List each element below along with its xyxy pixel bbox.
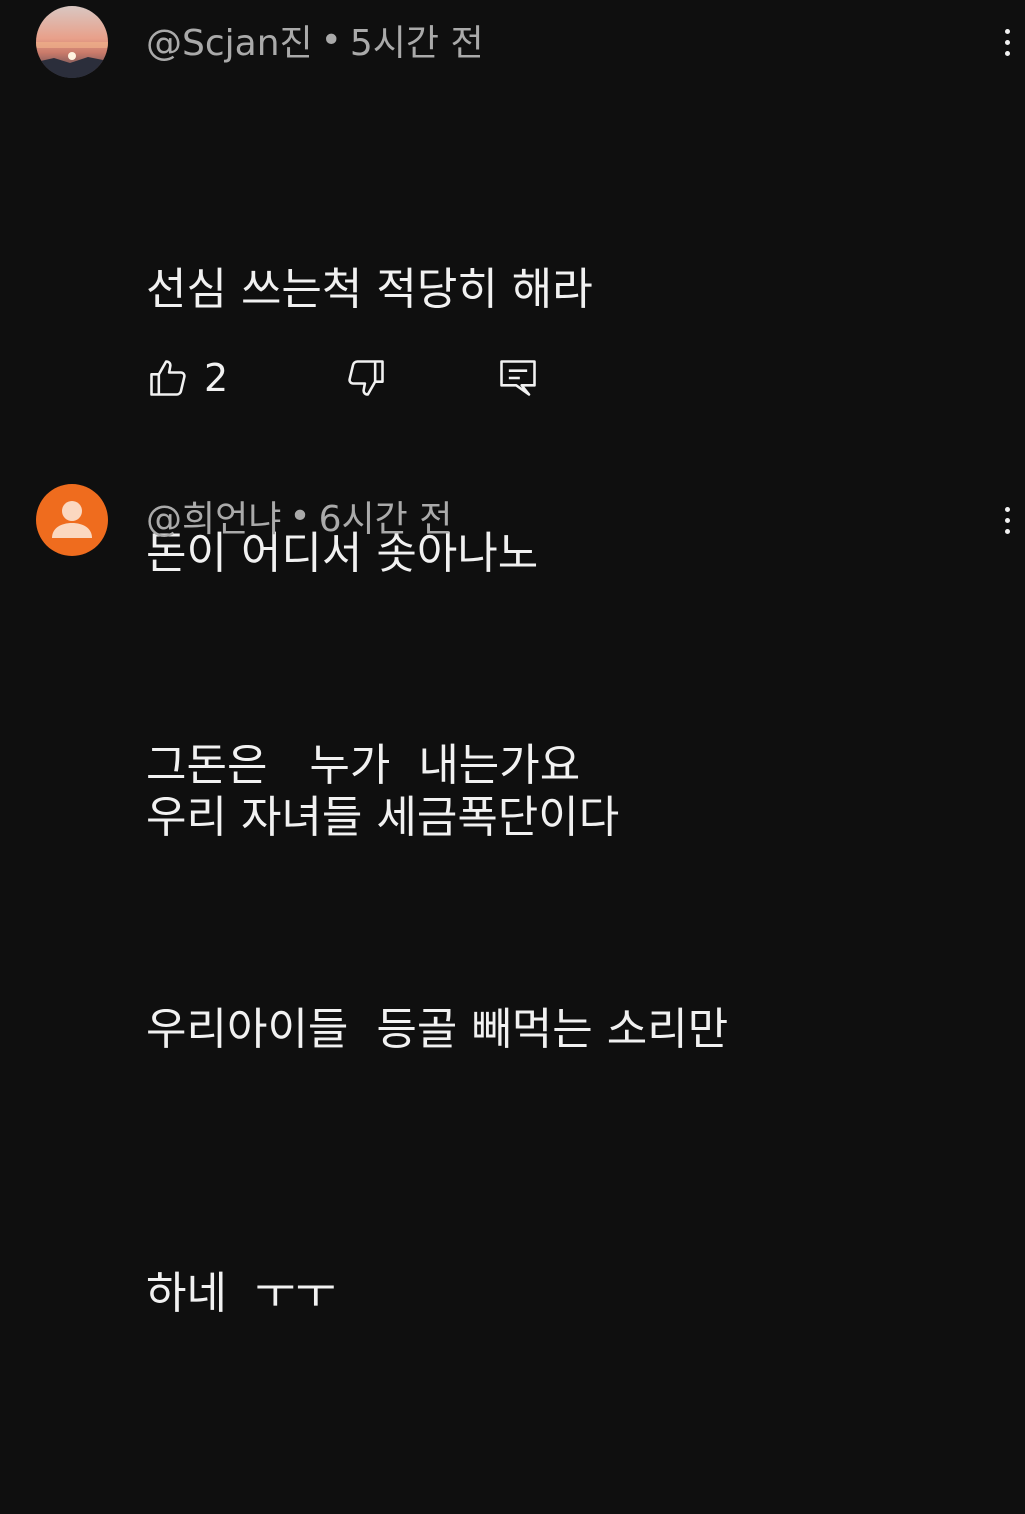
comment-actions: 2 <box>146 354 540 402</box>
comment-line: 선심 쓰는척 적당히 해라 <box>146 264 593 315</box>
thumbs-up-icon[interactable] <box>146 356 190 400</box>
comment-line: 하네 ㅜㅜ <box>146 1268 336 1319</box>
sunset-avatar-image <box>36 6 108 78</box>
like-count: 2 <box>204 356 229 400</box>
thumbs-down-icon[interactable] <box>344 356 388 400</box>
reply-icon[interactable] <box>496 356 540 400</box>
comment-header: @Scjan진 • 5시간 전 <box>146 14 484 66</box>
comment: @Scjan진 • 5시간 전 선심 쓰는척 적당히 해라 돈이 어디서 솟아나… <box>0 0 1025 843</box>
comment-line: 그돈은 누가 내는가요 <box>146 740 581 791</box>
more-vert-icon[interactable] <box>997 496 1017 544</box>
default-user-icon <box>36 484 108 556</box>
avatar[interactable] <box>36 6 108 78</box>
timestamp[interactable]: 6시간 전 <box>319 490 453 542</box>
author-name[interactable]: @희언냐 <box>146 490 281 542</box>
separator-dot: • <box>320 19 342 61</box>
separator-dot: • <box>289 495 311 537</box>
comment-header: @희언냐 • 6시간 전 <box>146 490 453 542</box>
more-vert-icon[interactable] <box>997 18 1017 66</box>
comment-line: 우리아이들 등골 빼먹는 소리만 <box>146 1004 729 1055</box>
timestamp[interactable]: 5시간 전 <box>350 14 484 66</box>
avatar[interactable] <box>36 484 108 556</box>
comment: @희언냐 • 6시간 전 그돈은 누가 내는가요 우리아이들 등골 빼먹는 소리… <box>0 470 1025 1319</box>
comment-text: 그돈은 누가 내는가요 우리아이들 등골 빼먹는 소리만 하네 ㅜㅜ <box>146 546 728 1514</box>
author-name[interactable]: @Scjan진 <box>146 14 313 66</box>
